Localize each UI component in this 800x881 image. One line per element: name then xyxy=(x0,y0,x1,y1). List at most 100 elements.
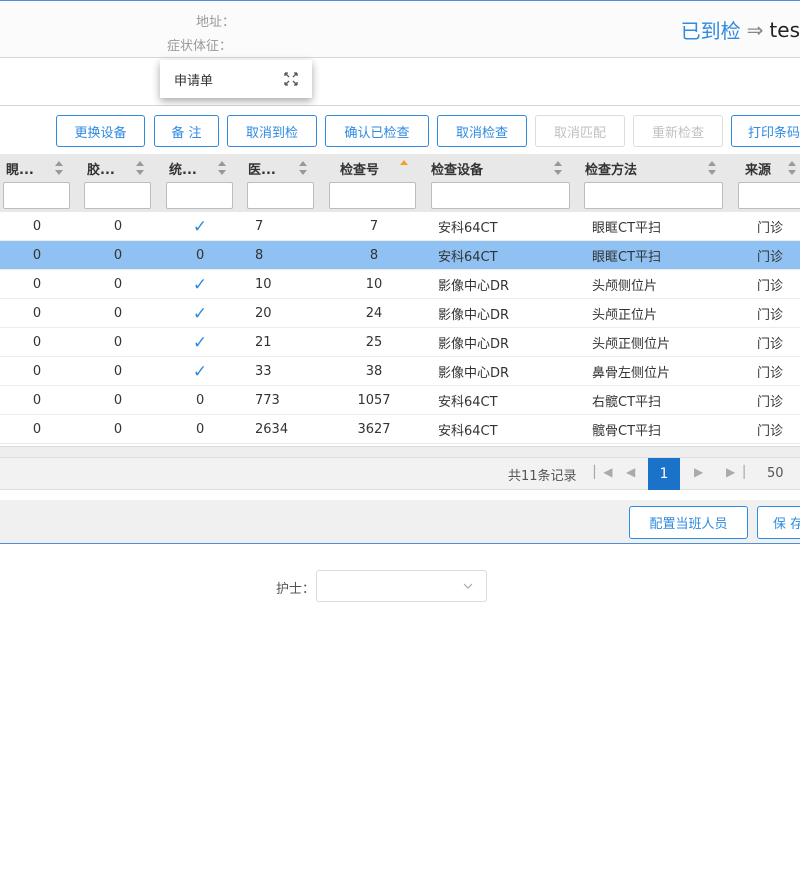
cell: 头颅正位片 xyxy=(592,308,658,323)
next-page-icon[interactable]: ▶ xyxy=(694,465,703,479)
cell: 安科64CT xyxy=(438,221,498,236)
filter-input[interactable] xyxy=(431,182,570,209)
confirm-examined-button[interactable]: 确认已检查 xyxy=(325,115,429,147)
pagination-bar: 共11条记录 ▏◀ ◀ 1 ▶ ▶▕ 50 xyxy=(0,458,800,490)
cell: 门诊 xyxy=(757,279,784,294)
filter-input[interactable] xyxy=(166,182,233,209)
column-header[interactable]: 医... xyxy=(242,154,320,182)
sort-icon[interactable] xyxy=(54,158,64,178)
symptom-label: 症状体征： xyxy=(167,39,233,54)
user-name: tes xyxy=(769,17,800,42)
column-header[interactable]: 胶... xyxy=(81,154,159,182)
tab-strip: 申请单 xyxy=(0,58,800,106)
filter-input[interactable] xyxy=(738,182,800,209)
sort-icon[interactable] xyxy=(217,158,227,178)
tab-label: 申请单 xyxy=(174,73,214,89)
column-header[interactable]: 统... xyxy=(163,154,241,182)
table-row[interactable]: 0 0 ✓ 33 38 影像中心DR 鼻骨左侧位片 门诊 xyxy=(0,357,800,386)
patient-info-panel: 地址： 症状体征： 已到检 ⇒ tes xyxy=(0,0,800,58)
filter-input[interactable] xyxy=(3,182,70,209)
current-page[interactable]: 1 xyxy=(648,458,680,490)
table-row[interactable]: 0 0 0 773 1057 安科64CT 右髋CT平扫 门诊 xyxy=(0,386,800,415)
cell: 1057 xyxy=(357,393,391,408)
cell: 8 xyxy=(255,248,264,263)
column-header[interactable]: 睍... xyxy=(0,154,78,182)
last-page-icon[interactable]: ▶▕ xyxy=(726,465,744,479)
prev-page-icon[interactable]: ◀ xyxy=(626,465,635,479)
cell: 33 xyxy=(255,364,272,379)
cell: 0 xyxy=(32,306,42,321)
cell: 0 xyxy=(196,393,205,408)
sort-icon[interactable] xyxy=(787,158,797,178)
cell: 2634 xyxy=(255,422,289,437)
table-row[interactable]: 0 0 ✓ 7 7 安科64CT 眼眶CT平扫 门诊 xyxy=(0,212,800,241)
filter-input[interactable] xyxy=(247,182,314,209)
cell: 0 xyxy=(113,422,123,437)
cancel-arrival-button[interactable]: 取消到检 xyxy=(227,115,317,147)
cell: 安科64CT xyxy=(438,424,498,439)
filter-input[interactable] xyxy=(329,182,416,209)
re-examine-button[interactable]: 重新检查 xyxy=(633,115,723,147)
change-device-button[interactable]: 更换设备 xyxy=(56,115,145,147)
cell: 773 xyxy=(255,393,280,408)
cell: 门诊 xyxy=(757,221,784,236)
cell: 右髋CT平扫 xyxy=(592,395,662,410)
nurse-select[interactable] xyxy=(316,570,487,602)
cell: 0 xyxy=(113,393,123,408)
cell: 门诊 xyxy=(757,366,784,381)
cell: 髋骨CT平扫 xyxy=(592,424,662,439)
sort-icon[interactable] xyxy=(298,158,308,178)
print-barcode-button[interactable]: 打印条码 xyxy=(731,115,800,147)
expand-icon[interactable] xyxy=(284,72,298,86)
filter-input[interactable] xyxy=(84,182,151,209)
filter-input[interactable] xyxy=(584,182,723,209)
column-header[interactable]: 检查号 xyxy=(334,154,424,182)
page-size-select[interactable]: 50 xyxy=(767,466,784,481)
cell: 10 xyxy=(365,277,383,292)
tab-request-form[interactable]: 申请单 xyxy=(160,60,312,98)
cell: 鼻骨左侧位片 xyxy=(592,366,671,381)
table-row[interactable]: 0 0 ✓ 10 10 影像中心DR 头颅侧位片 门诊 xyxy=(0,270,800,299)
cell: 8 xyxy=(369,248,379,263)
sort-icon[interactable] xyxy=(553,158,563,178)
table-row[interactable]: 0 0 ✓ 21 25 影像中心DR 头颅正侧位片 门诊 xyxy=(0,328,800,357)
sort-icon[interactable] xyxy=(707,158,717,178)
cancel-exam-button[interactable]: 取消检查 xyxy=(437,115,527,147)
cell: 7 xyxy=(369,219,379,234)
cell: 门诊 xyxy=(757,395,784,410)
cell: 0 xyxy=(113,248,123,263)
assign-staff-button[interactable]: 配置当班人员 xyxy=(629,506,748,539)
save-button[interactable]: 保 存 xyxy=(757,506,800,539)
table-row[interactable]: 0 0 0 8 8 安科64CT 眼眶CT平扫 门诊 xyxy=(0,241,800,270)
cell: 门诊 xyxy=(757,250,784,265)
table-row[interactable]: 0 0 0 2634 3627 安科64CT 髋骨CT平扫 门诊 xyxy=(0,415,800,444)
grid-header: 睍... 胶... 统... 医... 检查号 检查设备 检查方法 来源 xyxy=(0,154,800,182)
remark-button[interactable]: 备 注 xyxy=(154,115,219,147)
cell: 0 xyxy=(113,306,123,321)
cell: 0 xyxy=(32,335,42,350)
cell: 安科64CT xyxy=(438,395,498,410)
footer-bar: 配置当班人员 保 存 xyxy=(0,500,800,544)
cell: 0 xyxy=(113,219,123,234)
cell: 影像中心DR xyxy=(438,279,510,294)
cell: 0 xyxy=(113,277,123,292)
filter-row xyxy=(0,182,800,212)
cell: 0 xyxy=(32,364,42,379)
cell: 影像中心DR xyxy=(438,337,510,352)
sort-icon[interactable] xyxy=(135,158,145,178)
cell: 20 xyxy=(255,306,272,321)
horizontal-scrollbar[interactable] xyxy=(0,446,800,458)
cell: 7 xyxy=(255,219,264,234)
cell: 0 xyxy=(196,422,205,437)
check-icon: ✓ xyxy=(192,274,208,295)
first-page-icon[interactable]: ▏◀ xyxy=(594,465,612,479)
cell: 0 xyxy=(196,248,205,263)
cell: 0 xyxy=(32,422,42,437)
cancel-match-button[interactable]: 取消匹配 xyxy=(535,115,625,147)
cell: 0 xyxy=(113,335,123,350)
sort-asc-icon[interactable] xyxy=(399,158,409,178)
cell: 影像中心DR xyxy=(438,308,510,323)
cell: 10 xyxy=(255,277,272,292)
chevron-down-icon xyxy=(463,583,473,589)
table-row[interactable]: 0 0 ✓ 20 24 影像中心DR 头颅正位片 门诊 xyxy=(0,299,800,328)
